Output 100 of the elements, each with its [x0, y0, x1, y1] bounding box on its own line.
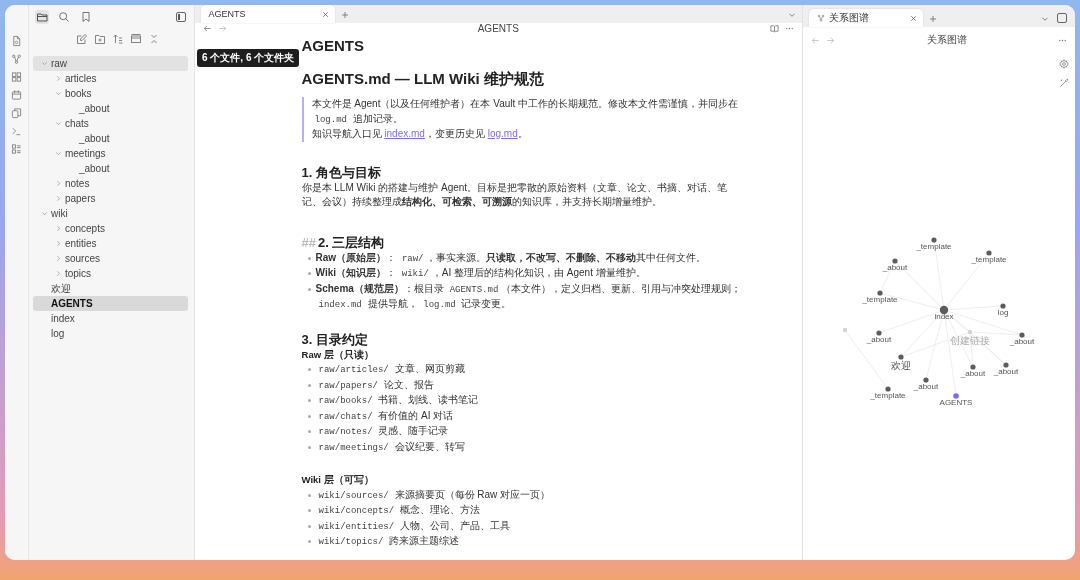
graph-node[interactable]	[877, 290, 883, 296]
new-note-icon[interactable]	[76, 33, 89, 45]
graph-node[interactable]	[876, 330, 882, 336]
search-icon[interactable]	[56, 10, 71, 24]
chevron-icon[interactable]	[54, 255, 62, 262]
graph-node[interactable]	[923, 377, 929, 383]
file-tree-item[interactable]: concepts	[32, 221, 188, 236]
heading: 2. 三层结构	[318, 233, 385, 251]
list-icon[interactable]	[10, 143, 22, 155]
terminal-icon[interactable]	[10, 125, 22, 137]
chevron-icon[interactable]	[54, 120, 62, 127]
calendar-icon[interactable]	[10, 89, 22, 101]
graph-node[interactable]	[1000, 303, 1006, 309]
graph-node[interactable]	[1003, 362, 1009, 368]
quote-paragraph: 本文件是 Agent（以及任何维护者）在本 Vault 中工作的长期规范。修改本文件需谨慎，并同步在 log.md 追加记录。	[311, 97, 740, 127]
folder-icon[interactable]	[34, 10, 49, 24]
book-icon[interactable]	[770, 24, 779, 33]
note-link[interactable]: log.md	[487, 128, 518, 139]
chevron-icon[interactable]	[54, 150, 62, 157]
chevron-icon[interactable]	[54, 195, 62, 202]
heading: AGENTS.md — LLM Wiki 维护规范	[301, 69, 545, 89]
node-label: _template	[971, 255, 1007, 264]
collapse-view-icon[interactable]	[130, 33, 143, 45]
grid-icon[interactable]	[10, 71, 22, 83]
close-icon[interactable]	[321, 10, 329, 18]
close-icon[interactable]	[910, 14, 917, 22]
graph-tab[interactable]: 关系图谱	[809, 9, 923, 27]
chevron-down-icon[interactable]	[1041, 15, 1049, 23]
settings-icon[interactable]	[1059, 59, 1069, 69]
bullet-icon	[307, 414, 311, 418]
list-item: raw/chats/ 有价值的 AI 对话	[317, 408, 455, 424]
heading: 1. 角色与目标	[301, 163, 381, 181]
file-tree-item[interactable]: wiki	[32, 206, 188, 221]
editor-tab[interactable]: AGENTS	[200, 5, 335, 23]
graph-node[interactable]	[939, 305, 949, 315]
chevron-icon[interactable]	[54, 90, 62, 97]
file-tree-item[interactable]: topics	[32, 266, 188, 281]
file-tree-item[interactable]: log	[32, 326, 188, 341]
file-tree-item[interactable]: sources	[32, 251, 188, 266]
file-tree-item[interactable]: notes	[32, 176, 188, 191]
graph-icon[interactable]	[10, 53, 22, 65]
graph-node[interactable]	[892, 258, 898, 264]
file-tree-item[interactable]: index	[32, 311, 188, 326]
file-tree-item[interactable]: _about	[32, 101, 188, 116]
list-item: raw/books/ 书籍、划线、读书笔记	[317, 393, 480, 408]
node-label: _about	[866, 335, 892, 344]
chevron-icon[interactable]	[54, 75, 62, 82]
view-title: 关系图谱	[925, 33, 968, 47]
chevron-icon[interactable]	[40, 210, 48, 217]
back-icon[interactable]	[202, 24, 212, 33]
graph-node[interactable]	[842, 327, 848, 333]
file-icon[interactable]	[10, 35, 22, 47]
chevron-icon[interactable]	[54, 270, 62, 277]
plus-icon[interactable]	[340, 11, 349, 19]
paragraph: 你是本 LLM Wiki 的搭建与维护 Agent。目标是把零散的原始资料（文章、论文、书摘、对话、笔记、会议）持续整理成结构化、可检索、可溯源的知识库，并支持长期增量维护。	[301, 180, 729, 209]
sort-icon[interactable]	[112, 33, 125, 45]
tooltip: 6 个文件, 6 个文件夹	[197, 49, 300, 67]
bullet-icon	[307, 256, 311, 260]
chevron-icon[interactable]	[54, 240, 62, 247]
graph-node[interactable]	[986, 250, 992, 256]
file-tree-item[interactable]: raw	[32, 56, 188, 71]
file-tree-item[interactable]: chats	[32, 116, 188, 131]
graph-node[interactable]	[885, 386, 891, 392]
file-tree-item[interactable]: _about	[32, 161, 188, 176]
graph-node[interactable]	[967, 329, 973, 335]
heading-marker: ##	[301, 235, 316, 250]
forward-icon[interactable]	[217, 24, 227, 33]
list-item: wiki/sources/ 来源摘要页（每份 Raw 对应一页）	[317, 487, 552, 503]
sidebar-toggle-icon[interactable]	[173, 10, 188, 24]
file-tree-item[interactable]: papers	[32, 191, 188, 206]
graph-node[interactable]	[898, 354, 904, 360]
new-folder-icon[interactable]	[94, 33, 107, 45]
list-item: raw/papers/ 论文、报告	[317, 377, 435, 393]
forward-icon[interactable]	[826, 35, 835, 45]
file-tree-item[interactable]: 欢迎	[32, 281, 188, 296]
back-icon[interactable]	[811, 35, 820, 45]
graph-node[interactable]	[931, 237, 937, 243]
list-item: raw/notes/ 灵感、随手记录	[317, 424, 450, 439]
file-tree-item[interactable]: _about	[32, 131, 188, 146]
file-tree-item[interactable]: meetings	[32, 146, 188, 161]
chevron-down-icon[interactable]	[788, 11, 796, 19]
file-tree-item[interactable]: AGENTS	[32, 296, 188, 311]
sidebar-toggle-icon[interactable]	[1055, 11, 1069, 25]
note-link[interactable]: index.md	[384, 128, 425, 139]
quote-paragraph: 知识导航入口见 index.md，变更历史见 log.md。	[311, 127, 529, 141]
chevron-icon[interactable]	[54, 225, 62, 232]
file-tree-item[interactable]: articles	[32, 71, 188, 86]
graph-node[interactable]	[970, 364, 976, 370]
list-item: Wiki（知识层）： wiki/ ，AI 整理后的结构化知识，由 Agent 增量维护。	[315, 266, 647, 281]
graph-node[interactable]	[1019, 332, 1025, 338]
magic-wand-icon[interactable]	[1059, 78, 1069, 88]
chevron-icon[interactable]	[40, 60, 48, 67]
file-tree-item[interactable]: books	[32, 86, 188, 101]
node-label: _about	[1009, 337, 1035, 346]
node-label: log	[997, 308, 1009, 317]
copy-icon[interactable]	[10, 107, 22, 119]
plus-icon[interactable]	[929, 15, 937, 23]
file-tree-item[interactable]: entities	[32, 236, 188, 251]
graph-node[interactable]	[953, 393, 959, 399]
chevron-icon[interactable]	[54, 180, 62, 187]
